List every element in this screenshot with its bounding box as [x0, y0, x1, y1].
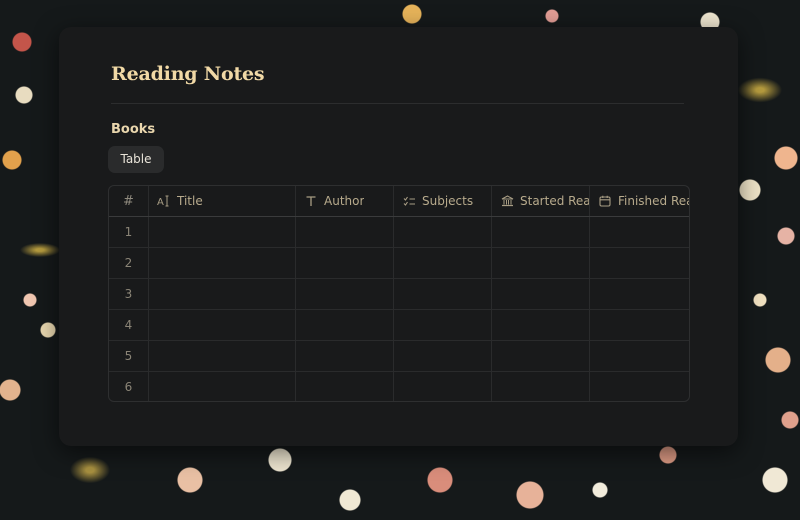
cell-title[interactable] [149, 248, 296, 278]
cell-started-reading[interactable] [492, 217, 590, 247]
column-header-number: # [109, 186, 149, 216]
cell-title[interactable] [149, 341, 296, 371]
column-header-finished-reading[interactable]: Finished Reading [590, 186, 689, 216]
cell-subjects[interactable] [394, 310, 492, 340]
cell-subjects[interactable] [394, 217, 492, 247]
cell-finished-reading[interactable] [590, 310, 689, 340]
cell-finished-reading[interactable] [590, 341, 689, 371]
column-subjects-label: Subjects [422, 194, 474, 208]
cell-title[interactable] [149, 279, 296, 309]
calendar-icon [598, 194, 612, 208]
column-started-label: Started Reading [520, 194, 589, 208]
table-row: 1 [109, 217, 689, 248]
cell-author[interactable] [296, 372, 394, 401]
column-title-label: Title [177, 194, 203, 208]
column-header-author[interactable]: Author [296, 186, 394, 216]
cell-finished-reading[interactable] [590, 279, 689, 309]
title-divider [111, 103, 684, 104]
column-header-subjects[interactable]: Subjects [394, 186, 492, 216]
row-number: 6 [109, 372, 149, 401]
column-author-label: Author [324, 194, 365, 208]
cell-started-reading[interactable] [492, 279, 590, 309]
column-finished-label: Finished Reading [618, 194, 689, 208]
cell-subjects[interactable] [394, 372, 492, 401]
row-number: 5 [109, 341, 149, 371]
column-header-started-reading[interactable]: Started Reading [492, 186, 590, 216]
page-title: Reading Notes [111, 63, 265, 85]
page-card: Reading Notes Books Table # A Title Auth… [59, 27, 738, 446]
row-number: 2 [109, 248, 149, 278]
table-row: 2 [109, 248, 689, 279]
cell-author[interactable] [296, 279, 394, 309]
cell-title[interactable] [149, 217, 296, 247]
text-type-icon: A [157, 194, 171, 208]
table-row: 5 [109, 341, 689, 372]
row-number: 4 [109, 310, 149, 340]
cell-author[interactable] [296, 341, 394, 371]
cell-finished-reading[interactable] [590, 372, 689, 401]
multi-select-icon [402, 194, 416, 208]
row-number: 1 [109, 217, 149, 247]
text-icon [304, 194, 318, 208]
cell-started-reading[interactable] [492, 310, 590, 340]
cell-author[interactable] [296, 217, 394, 247]
table-row: 3 [109, 279, 689, 310]
cell-subjects[interactable] [394, 248, 492, 278]
cell-started-reading[interactable] [492, 248, 590, 278]
cell-finished-reading[interactable] [590, 248, 689, 278]
table-row: 4 [109, 310, 689, 341]
view-tab-table[interactable]: Table [108, 146, 164, 173]
svg-text:A: A [157, 197, 164, 207]
cell-subjects[interactable] [394, 279, 492, 309]
cell-title[interactable] [149, 372, 296, 401]
cell-started-reading[interactable] [492, 372, 590, 401]
table-row: 6 [109, 372, 689, 401]
column-header-title[interactable]: A Title [149, 186, 296, 216]
table-header-row: # A Title Author Subjects Started Rea Fi… [109, 186, 689, 217]
cell-title[interactable] [149, 310, 296, 340]
database-title[interactable]: Books [111, 122, 155, 137]
cell-finished-reading[interactable] [590, 217, 689, 247]
bank-icon [500, 194, 514, 208]
cell-subjects[interactable] [394, 341, 492, 371]
cell-author[interactable] [296, 248, 394, 278]
books-table: # A Title Author Subjects Started Rea Fi… [108, 185, 690, 402]
cell-started-reading[interactable] [492, 341, 590, 371]
cell-author[interactable] [296, 310, 394, 340]
row-number: 3 [109, 279, 149, 309]
